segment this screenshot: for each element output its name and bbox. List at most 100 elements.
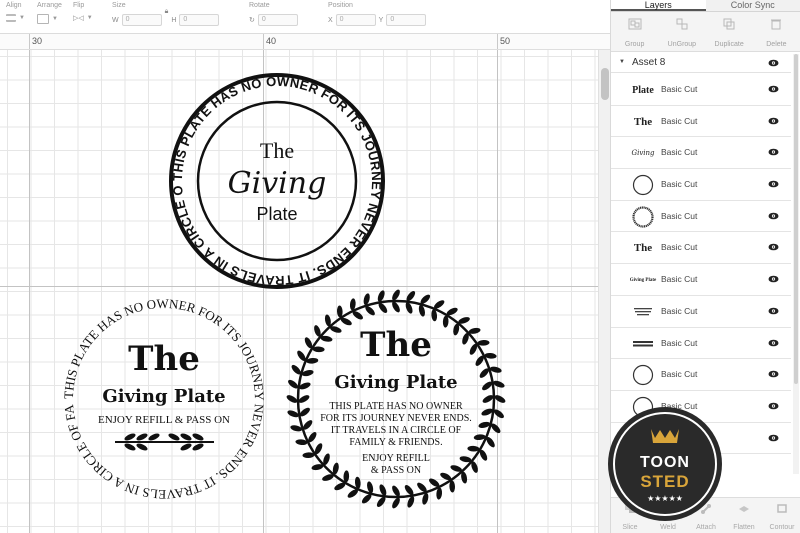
layer-thumbnail [629,174,657,196]
ruler-label-30: 30 [32,36,43,46]
chevron-down-icon: ▼ [52,16,58,22]
layer-row[interactable]: Basic Cut [611,201,791,233]
top-the: The [260,138,294,163]
scrollbar-thumb[interactable] [601,68,609,100]
align-icon[interactable] [6,14,16,22]
bl-giving-plate: Giving Plate [102,386,225,407]
position-group: Position X 0 Y 0 [328,2,427,26]
rotate-label: Rotate [249,2,270,9]
layer-thumbnail: Plate [629,79,657,101]
arrange-label: Arrange [37,2,62,9]
wreath-leaf [392,289,400,301]
layer-thumbnail: The [629,237,657,259]
br-giving-plate: Giving Plate [334,372,457,393]
eye-icon[interactable] [768,148,779,156]
position-label: Position [328,2,353,9]
layer-row[interactable]: Giving Basic Cut [611,137,791,170]
chevron-down-icon: ▼ [86,15,93,21]
scrollbar-thumb[interactable] [794,54,798,384]
group-button[interactable]: Group [611,12,658,51]
design-canvas[interactable]: THIS PLATE HAS NO OWNER FOR ITS JOURNEY … [0,50,598,533]
contour-button[interactable]: Contour [763,498,800,533]
duplicate-label: Duplicate [714,41,744,48]
slice-label: Slice [622,524,638,531]
bl-the: The [128,339,200,379]
layer-thumbnail [629,301,657,323]
layer-thumb-text: Plate [632,84,654,96]
group-icon [628,18,642,30]
eye-icon[interactable] [768,180,779,188]
layer-thumbnail: The [629,111,657,133]
panel-tabs: Layers Color Sync [611,0,800,12]
panel-scrollbar[interactable] [793,54,799,474]
eye-icon[interactable] [768,370,779,378]
laurel-divider-icon [115,433,214,451]
layer-row[interactable]: Basic Cut [611,359,791,391]
width-input[interactable]: 0 [121,14,162,26]
collapse-triangle-icon[interactable]: ▼ [619,59,625,65]
flatten-label: Flatten [733,524,755,531]
flip-group[interactable]: Flip ▷◁ ▼ [73,2,93,22]
eye-icon[interactable] [768,243,779,251]
layer-row[interactable]: The Basic Cut [611,106,791,138]
align-label: Align [6,2,22,9]
eye-icon[interactable] [768,339,779,347]
eye-icon[interactable] [768,275,779,283]
flip-icon[interactable]: ▷◁ [73,14,84,22]
ruler-label-40: 40 [266,36,277,46]
ruler-tick [29,34,30,49]
eye-icon[interactable] [768,402,779,410]
logo-line1: TOON [640,454,690,471]
eye-icon[interactable] [768,59,779,67]
arrange-icon[interactable] [37,14,49,24]
br-line3: IT TRAVELS IN A CIRCLE OF [331,425,462,436]
asset-name: Asset 8 [632,57,666,68]
layer-thumb-text: Giving [631,149,655,158]
br-line6: & PASS ON [371,465,421,476]
tab-layers[interactable]: Layers [611,0,706,11]
layer-name: Basic Cut [661,242,698,253]
eye-icon[interactable] [768,307,779,315]
contour-label: Contour [769,524,795,531]
layer-name: Basic Cut [661,84,698,94]
x-input[interactable]: 0 [335,14,376,26]
ruler-label-50: 50 [500,36,511,46]
ungroup-icon [676,18,688,30]
layer-row[interactable]: Basic Cut [611,169,791,201]
y-input[interactable]: 0 [386,14,427,26]
top-giving: Giving [228,166,327,201]
design-top-circle[interactable]: THIS PLATE HAS NO OWNER FOR ITS JOURNEY … [0,50,385,289]
align-group[interactable]: Align ▼ [6,2,25,22]
top-plate: Plate [256,204,297,224]
layer-row[interactable]: Giving Plate Basic Cut [611,264,791,296]
layer-name: Basic Cut [661,147,698,158]
flatten-button[interactable]: Flatten [725,498,763,533]
layer-thumb-text: The [633,242,653,255]
layer-row[interactable]: Basic Cut [611,328,791,360]
tab-color-sync[interactable]: Color Sync [705,0,800,11]
rotate-input[interactable]: 0 [257,14,298,26]
height-input[interactable]: 0 [179,14,220,26]
ungroup-button[interactable]: UnGroup [658,12,705,51]
asset-group-header[interactable]: ▼ Asset 8 [611,53,791,73]
eye-icon[interactable] [768,434,779,442]
layer-thumbnail: Giving [629,142,657,164]
layer-row[interactable]: The Basic Cut [611,232,791,265]
layer-row[interactable]: Basic Cut [611,296,791,328]
trash-icon [771,19,782,30]
layer-actions: Group UnGroup Duplicate Delete [611,12,800,52]
eye-icon[interactable] [768,85,779,93]
arrange-group[interactable]: Arrange ▼ [37,2,62,24]
layer-thumbnail [629,333,657,355]
layer-row[interactable]: Plate Basic Cut [611,74,791,106]
lock-icon[interactable]: 🔒︎ [165,8,169,16]
eye-icon[interactable] [768,117,779,125]
eye-icon[interactable] [768,212,779,220]
attach-label: Attach [696,524,716,531]
layer-thumb-text: Giving Plate [629,277,657,283]
delete-button[interactable]: Delete [753,12,800,51]
duplicate-button[interactable]: Duplicate [706,12,753,51]
design-bottom-right[interactable]: The Giving Plate THIS PLATE HAS NO OWNER… [285,288,506,509]
contour-icon [777,504,787,513]
height-label: H [171,16,177,24]
